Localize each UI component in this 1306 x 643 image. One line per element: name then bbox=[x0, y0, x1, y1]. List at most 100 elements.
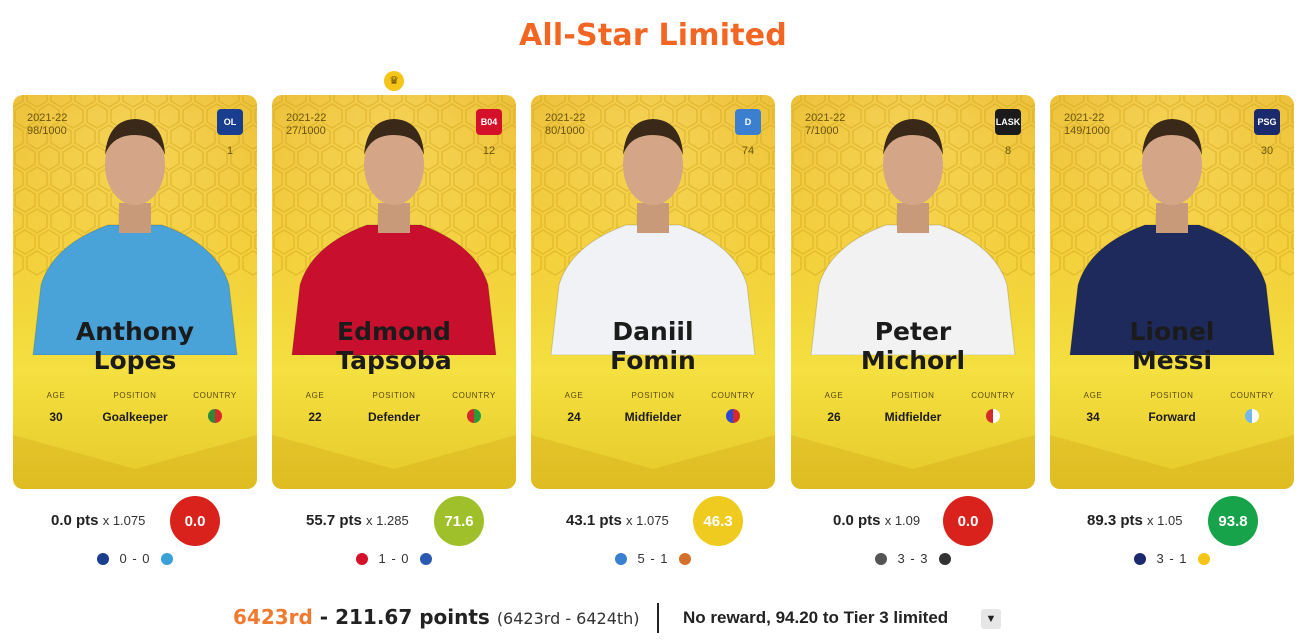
position-stat: POSITION Goalkeeper bbox=[102, 391, 168, 424]
position-stat: POSITION Forward bbox=[1148, 391, 1196, 424]
captain-crown-icon: ♛ bbox=[384, 71, 404, 91]
home-club-icon bbox=[356, 553, 369, 565]
score-badge: 71.6 bbox=[434, 496, 484, 546]
age-stat: AGE 24 bbox=[564, 391, 584, 424]
player-name: Daniil Fomin bbox=[610, 317, 696, 375]
score-badge: 0.0 bbox=[170, 496, 220, 546]
score-row: 89.3 pts x 1.05 93.8 bbox=[1050, 496, 1294, 546]
player-stats: AGE 34 POSITION Forward COUNTRY bbox=[1050, 391, 1294, 451]
match-result[interactable]: 5 - 1 bbox=[531, 551, 775, 566]
player-card[interactable]: 2021-22 80/1000 D 74 Daniil Fomin AGE 24 POSITIO… bbox=[531, 95, 775, 489]
player-points: 55.7 pts x 1.285 bbox=[306, 512, 409, 529]
away-club-icon bbox=[1197, 553, 1210, 565]
match-result[interactable]: 3 - 3 bbox=[791, 551, 1035, 566]
divider bbox=[657, 603, 659, 633]
reward-status: No reward, 94.20 to Tier 3 limited bbox=[683, 608, 949, 627]
multiplier: x 1.05 bbox=[1147, 513, 1183, 528]
ranking-footer: 6423rd - 211.67 points (6423rd - 6424th)… bbox=[0, 603, 1306, 637]
shirt-number: 74 bbox=[741, 145, 755, 157]
card-serial: 149/1000 bbox=[1064, 125, 1110, 137]
shirt-number: 8 bbox=[1004, 145, 1012, 157]
card-season: 2021-22 27/1000 bbox=[286, 112, 327, 137]
score-badge: 0.0 bbox=[943, 496, 993, 546]
multiplier: x 1.09 bbox=[884, 513, 921, 528]
country-flag-icon bbox=[467, 409, 481, 423]
country-flag-icon bbox=[208, 409, 222, 423]
country-stat: COUNTRY bbox=[191, 391, 239, 428]
country-flag-icon bbox=[1245, 409, 1259, 423]
player-name: Edmond Tapsoba bbox=[336, 317, 452, 375]
shirt-number: 1 bbox=[226, 145, 234, 157]
age-stat: AGE 22 bbox=[305, 391, 325, 424]
age-stat: AGE 34 bbox=[1083, 391, 1103, 424]
player-points: 0.0 pts x 1.09 bbox=[833, 512, 921, 529]
score-badge: 46.3 bbox=[693, 496, 743, 546]
card-serial: 80/1000 bbox=[545, 125, 585, 137]
player-card[interactable]: 2021-22 149/1000 PSG 30 Lionel Messi AGE 34 POSI… bbox=[1050, 95, 1294, 489]
away-club-icon bbox=[419, 553, 432, 565]
score-badge: 93.8 bbox=[1208, 496, 1258, 546]
country-stat: COUNTRY bbox=[450, 391, 498, 428]
away-club-icon bbox=[160, 553, 173, 565]
position-stat: POSITION Defender bbox=[367, 391, 420, 424]
score-row: 43.1 pts x 1.075 46.3 bbox=[531, 496, 775, 546]
position-stat: POSITION Midfielder bbox=[624, 391, 682, 424]
player-card[interactable]: 2021-22 7/1000 LASK 8 Peter Michorl AGE 26 POSIT… bbox=[791, 95, 1035, 489]
away-club-icon bbox=[938, 553, 951, 565]
card-season: 2021-22 7/1000 bbox=[805, 112, 846, 137]
card-serial: 7/1000 bbox=[805, 125, 839, 137]
match-result[interactable]: 0 - 0 bbox=[13, 551, 257, 566]
club-badge-icon: OL bbox=[217, 109, 243, 135]
player-card[interactable]: 2021-22 98/1000 OL 1 Anthony Lopes AGE 30 POSITI… bbox=[13, 95, 257, 489]
player-stats: AGE 26 POSITION Midfielder COUNTRY bbox=[791, 391, 1035, 451]
player-card[interactable]: 2021-22 27/1000 B04 12 Edmond Tapsoba AGE 22 POS… bbox=[272, 95, 516, 489]
player-points: 89.3 pts x 1.05 bbox=[1087, 512, 1183, 529]
age-stat: AGE 26 bbox=[824, 391, 844, 424]
position-stat: POSITION Midfielder bbox=[884, 391, 942, 424]
country-flag-icon bbox=[726, 409, 740, 423]
home-club-icon bbox=[615, 553, 628, 565]
multiplier: x 1.075 bbox=[626, 513, 669, 528]
match-result[interactable]: 1 - 0 bbox=[272, 551, 516, 566]
multiplier: x 1.075 bbox=[102, 513, 146, 528]
card-season: 2021-22 149/1000 bbox=[1064, 112, 1110, 137]
club-badge-icon: D bbox=[735, 109, 761, 135]
total-points: 211.67 points bbox=[335, 605, 490, 629]
player-points: 43.1 pts x 1.075 bbox=[566, 512, 669, 529]
reward-dropdown-button[interactable]: ▼ bbox=[981, 609, 1001, 629]
country-stat: COUNTRY bbox=[1228, 391, 1276, 428]
multiplier: x 1.285 bbox=[366, 513, 409, 528]
home-club-icon bbox=[97, 553, 110, 565]
player-name: Anthony Lopes bbox=[75, 317, 195, 375]
country-stat: COUNTRY bbox=[709, 391, 757, 428]
score-row: 0.0 pts x 1.075 0.0 bbox=[13, 496, 257, 546]
rank-range: (6423rd - 6424th) bbox=[496, 609, 640, 628]
player-stats: AGE 24 POSITION Midfielder COUNTRY bbox=[531, 391, 775, 451]
home-club-icon bbox=[875, 553, 888, 565]
card-serial: 98/1000 bbox=[27, 125, 67, 137]
club-badge-icon: B04 bbox=[476, 109, 502, 135]
card-season: 2021-22 80/1000 bbox=[545, 112, 586, 137]
away-club-icon bbox=[678, 553, 691, 565]
country-stat: COUNTRY bbox=[969, 391, 1017, 428]
club-badge-icon: PSG bbox=[1254, 109, 1280, 135]
score-row: 0.0 pts x 1.09 0.0 bbox=[791, 496, 1035, 546]
shirt-number: 30 bbox=[1260, 145, 1274, 157]
age-stat: AGE 30 bbox=[46, 391, 66, 424]
card-serial: 27/1000 bbox=[286, 125, 326, 137]
player-name: Peter Michorl bbox=[860, 317, 966, 375]
rank-value: 6423rd bbox=[233, 605, 313, 629]
player-stats: AGE 22 POSITION Defender COUNTRY bbox=[272, 391, 516, 451]
club-badge-icon: LASK bbox=[995, 109, 1021, 135]
page-title: All-Star Limited bbox=[519, 18, 787, 53]
home-club-icon bbox=[1134, 553, 1147, 565]
ranking-summary: 6423rd - 211.67 points (6423rd - 6424th) bbox=[233, 605, 640, 629]
player-points: 0.0 pts x 1.075 bbox=[51, 512, 146, 529]
match-result[interactable]: 3 - 1 bbox=[1050, 551, 1294, 566]
score-row: 55.7 pts x 1.285 71.6 bbox=[272, 496, 516, 546]
player-name: Lionel Messi bbox=[1129, 317, 1215, 375]
player-stats: AGE 30 POSITION Goalkeeper COUNTRY bbox=[13, 391, 257, 451]
shirt-number: 12 bbox=[482, 145, 496, 157]
card-season: 2021-22 98/1000 bbox=[27, 112, 68, 137]
country-flag-icon bbox=[986, 409, 1000, 423]
